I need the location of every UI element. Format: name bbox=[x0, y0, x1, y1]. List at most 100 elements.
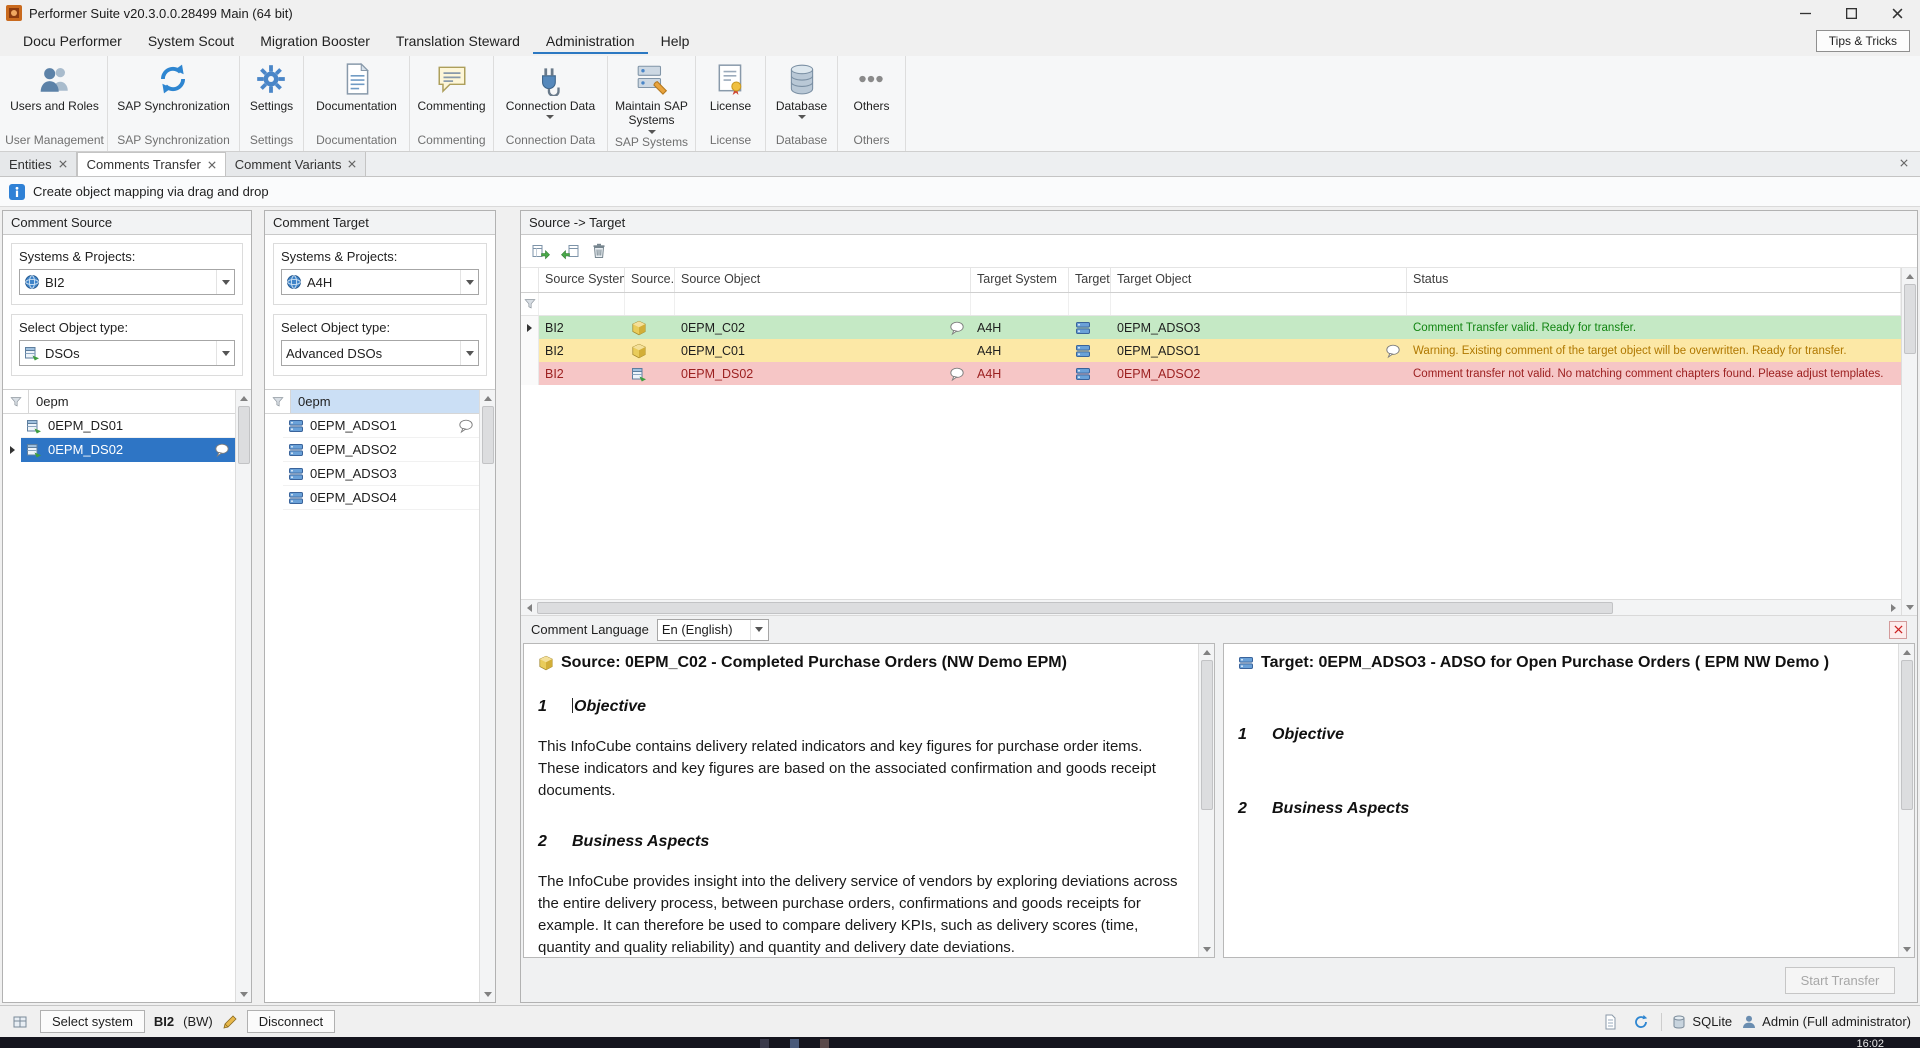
scrollbar-thumb[interactable] bbox=[1201, 660, 1213, 810]
menu-administration[interactable]: Administration bbox=[533, 28, 648, 54]
column-source-object[interactable]: Source Object bbox=[675, 268, 971, 292]
minimize-button[interactable] bbox=[1782, 0, 1828, 26]
column-source-system[interactable]: Source System bbox=[539, 268, 625, 292]
target-object-type-select[interactable]: Advanced DSOs bbox=[281, 340, 479, 366]
refresh-icon[interactable] bbox=[1630, 1011, 1652, 1033]
scrollbar-thumb[interactable] bbox=[1904, 284, 1916, 354]
mapping-vertical-scrollbar[interactable] bbox=[1901, 268, 1917, 615]
column-status[interactable]: Status bbox=[1407, 268, 1901, 292]
scroll-up-icon[interactable] bbox=[236, 390, 252, 406]
dropdown-button[interactable] bbox=[216, 270, 234, 294]
doc-heading[interactable]: 1 Objective bbox=[1238, 726, 1884, 744]
column-target-system[interactable]: Target System bbox=[971, 268, 1069, 292]
maintain-sap-systems-button[interactable]: Maintain SAP Systems bbox=[608, 59, 695, 134]
target-list-scrollbar[interactable] bbox=[479, 390, 495, 1002]
scrollbar-thumb[interactable] bbox=[1901, 660, 1913, 810]
menu-system-scout[interactable]: System Scout bbox=[135, 28, 247, 54]
others-button[interactable]: Others bbox=[849, 59, 893, 113]
sap-synchronization-button[interactable]: SAP Synchronization bbox=[113, 59, 234, 113]
maximize-button[interactable] bbox=[1828, 0, 1874, 26]
menu-docu-performer[interactable]: Docu Performer bbox=[10, 28, 135, 54]
filter-cell[interactable] bbox=[625, 293, 675, 315]
preview-splitter[interactable] bbox=[1215, 643, 1223, 958]
log-page-icon[interactable] bbox=[1599, 1011, 1621, 1033]
scroll-down-icon[interactable] bbox=[1902, 599, 1918, 615]
source-object-type-select[interactable]: DSOs bbox=[19, 340, 235, 366]
edit-system-pencil-icon[interactable] bbox=[222, 1014, 238, 1030]
filter-cell[interactable] bbox=[539, 293, 625, 315]
filter-button[interactable] bbox=[3, 390, 29, 413]
scroll-up-icon[interactable] bbox=[1902, 268, 1918, 284]
dropdown-button[interactable] bbox=[460, 341, 478, 365]
tab-comments-transfer[interactable]: Comments Transfer bbox=[77, 152, 226, 176]
comment-language-select[interactable]: En (English) bbox=[657, 619, 769, 641]
scroll-left-icon[interactable] bbox=[521, 600, 537, 616]
doc-heading[interactable]: 2 Business Aspects bbox=[1238, 800, 1884, 818]
scroll-right-icon[interactable] bbox=[1885, 600, 1901, 616]
taskbar-app-icon[interactable] bbox=[820, 1039, 829, 1048]
source-list-scrollbar[interactable] bbox=[235, 390, 251, 1002]
database-button[interactable]: Database bbox=[772, 59, 831, 119]
filter-cell[interactable] bbox=[1069, 293, 1111, 315]
tab-entities[interactable]: Entities bbox=[0, 152, 77, 176]
mapping-row-warning[interactable]: BI2 0EPM_C01 A4H 0EPM_ADSO1 Warning. Exi… bbox=[521, 339, 1901, 362]
dropdown-button[interactable] bbox=[216, 341, 234, 365]
filter-button[interactable] bbox=[521, 293, 539, 315]
menu-help[interactable]: Help bbox=[648, 28, 703, 54]
column-target-type[interactable]: Target... bbox=[1069, 268, 1111, 292]
panel-splitter[interactable] bbox=[252, 210, 264, 1003]
objects-grid-icon[interactable] bbox=[9, 1011, 31, 1033]
panel-splitter[interactable] bbox=[496, 210, 520, 1003]
tab-close-icon[interactable] bbox=[208, 161, 216, 169]
disconnect-button[interactable]: Disconnect bbox=[247, 1010, 335, 1033]
column-target-object[interactable]: Target Object bbox=[1111, 268, 1407, 292]
current-user[interactable]: Admin (Full administrator) bbox=[1741, 1014, 1911, 1030]
doc-heading[interactable]: 1 Objective bbox=[538, 698, 1184, 716]
filter-cell[interactable] bbox=[971, 293, 1069, 315]
dropdown-button[interactable] bbox=[750, 620, 768, 640]
transfer-to-target-icon[interactable] bbox=[532, 242, 550, 260]
filter-cell[interactable] bbox=[675, 293, 971, 315]
settings-button[interactable]: Settings bbox=[246, 59, 297, 113]
scrollbar-thumb[interactable] bbox=[482, 406, 494, 464]
doc-paragraph[interactable]: The InfoCube provides insight into the d… bbox=[538, 871, 1184, 957]
database-status[interactable]: SQLite bbox=[1671, 1014, 1732, 1030]
scrollbar-thumb[interactable] bbox=[238, 406, 250, 464]
transfer-from-source-icon[interactable] bbox=[561, 242, 579, 260]
target-system-select[interactable]: A4H bbox=[281, 269, 479, 295]
delete-mapping-icon[interactable] bbox=[590, 242, 608, 260]
close-button[interactable] bbox=[1874, 0, 1920, 26]
scroll-down-icon[interactable] bbox=[480, 986, 496, 1002]
taskbar-app-icon[interactable] bbox=[790, 1039, 799, 1048]
target-filter-value[interactable]: 0epm bbox=[291, 390, 479, 413]
mapping-row-error[interactable]: BI2 0EPM_DS02 A4H 0EPM_ADSO2 Comment tra… bbox=[521, 362, 1901, 385]
list-item-0epm-ds01[interactable]: 0EPM_DS01 bbox=[3, 414, 235, 438]
target-preview-scrollbar[interactable] bbox=[1898, 644, 1914, 957]
scroll-down-icon[interactable] bbox=[1199, 941, 1215, 957]
source-preview-scrollbar[interactable] bbox=[1198, 644, 1214, 957]
mapping-horizontal-scrollbar[interactable] bbox=[521, 599, 1901, 615]
commenting-button[interactable]: Commenting bbox=[413, 59, 489, 113]
expand-arrow-icon[interactable] bbox=[3, 438, 21, 462]
tab-comment-variants[interactable]: Comment Variants bbox=[226, 152, 367, 176]
dropdown-button[interactable] bbox=[460, 270, 478, 294]
windows-taskbar[interactable]: 16:02 bbox=[0, 1037, 1920, 1048]
doc-paragraph[interactable]: This InfoCube contains delivery related … bbox=[538, 736, 1184, 801]
scroll-down-icon[interactable] bbox=[1899, 941, 1915, 957]
scroll-up-icon[interactable] bbox=[480, 390, 496, 406]
users-and-roles-button[interactable]: Users and Roles bbox=[6, 59, 103, 113]
scroll-up-icon[interactable] bbox=[1899, 644, 1915, 660]
tips-and-tricks-button[interactable]: Tips & Tricks bbox=[1816, 30, 1910, 52]
list-item-0epm-adso2[interactable]: 0EPM_ADSO2 bbox=[265, 438, 479, 462]
menu-migration-booster[interactable]: Migration Booster bbox=[247, 28, 383, 54]
scrollbar-thumb[interactable] bbox=[537, 602, 1613, 614]
list-item-0epm-adso1[interactable]: 0EPM_ADSO1 bbox=[265, 414, 479, 438]
tab-close-icon[interactable] bbox=[348, 160, 356, 168]
filter-cell[interactable] bbox=[1407, 293, 1901, 315]
filter-button[interactable] bbox=[265, 390, 291, 413]
license-button[interactable]: License bbox=[706, 59, 755, 113]
mapping-row-valid[interactable]: BI2 0EPM_C02 A4H 0EPM_ADSO3 Comment Tran… bbox=[521, 316, 1901, 339]
source-filter-value[interactable]: 0epm bbox=[29, 390, 235, 413]
tab-close-icon[interactable] bbox=[59, 160, 67, 168]
documentation-button[interactable]: Documentation bbox=[312, 59, 401, 113]
